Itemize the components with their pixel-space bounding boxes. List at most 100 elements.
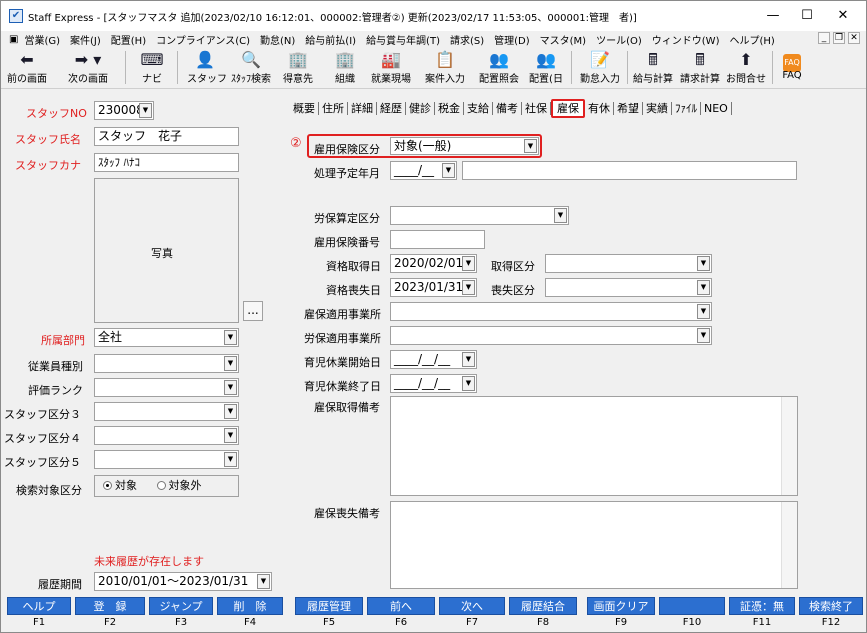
tab-social-insurance[interactable]: 社保 bbox=[522, 101, 551, 115]
navi-button[interactable]: ⌨ ナビ bbox=[137, 49, 167, 87]
chevron-down-icon[interactable]: ▼ bbox=[442, 163, 455, 178]
acq-date-select[interactable]: 2020/02/01 ▼ bbox=[390, 254, 477, 273]
menu-case[interactable]: 案件(J) bbox=[70, 32, 101, 47]
chevron-down-icon[interactable]: ▼ bbox=[224, 428, 237, 443]
leave-start-select[interactable]: ____/__/__ ▼ bbox=[390, 350, 477, 369]
chevron-down-icon[interactable]: ▼ bbox=[554, 208, 567, 223]
fkey-prev-button[interactable]: 前へ bbox=[367, 597, 435, 615]
tab-notes[interactable]: 備考 bbox=[493, 101, 522, 115]
photo-browse-button[interactable]: ... bbox=[243, 301, 263, 321]
tab-results[interactable]: 実績 bbox=[643, 101, 672, 115]
fkey-jump-button[interactable]: ジャンプ bbox=[149, 597, 213, 615]
placement-day-button[interactable]: 👥 配置(日 bbox=[528, 49, 564, 87]
class5-select[interactable]: ▼ bbox=[94, 450, 239, 469]
tab-address[interactable]: 住所 bbox=[319, 101, 348, 115]
chevron-down-icon[interactable]: ▼ bbox=[224, 404, 237, 419]
chevron-down-icon[interactable]: ▼ bbox=[697, 328, 710, 343]
menu-master[interactable]: マスタ(M) bbox=[540, 32, 586, 47]
staff-no-select[interactable]: 230008 ▼ bbox=[94, 101, 154, 120]
class3-select[interactable]: ▼ bbox=[94, 402, 239, 421]
chevron-down-icon[interactable]: ▼ bbox=[257, 574, 270, 589]
loss-class-select[interactable]: ▼ bbox=[545, 278, 712, 297]
mdi-child-icon[interactable]: ▣ bbox=[9, 34, 18, 45]
chevron-down-icon[interactable]: ▼ bbox=[462, 376, 475, 391]
scrollbar[interactable] bbox=[781, 397, 797, 495]
staff-search-button[interactable]: 🔍 ｽﾀｯﾌ検索 bbox=[229, 49, 273, 87]
tab-tax[interactable]: 税金 bbox=[435, 101, 464, 115]
case-input-button[interactable]: 📋 案件入力 bbox=[422, 49, 468, 87]
chevron-down-icon[interactable]: ▼ bbox=[524, 139, 537, 153]
proc-month-note-input[interactable] bbox=[462, 161, 797, 180]
close-button[interactable]: ✕ bbox=[820, 1, 866, 31]
tab-paid-leave[interactable]: 有休 bbox=[585, 101, 614, 115]
chevron-down-icon[interactable]: ▼ bbox=[462, 352, 475, 367]
fkey-next-button[interactable]: 次へ bbox=[439, 597, 505, 615]
menu-sales[interactable]: 営業(G) bbox=[24, 32, 60, 47]
org-button[interactable]: 🏢 組織 bbox=[331, 49, 359, 87]
menu-attendance[interactable]: 勤怠(N) bbox=[260, 32, 295, 47]
menu-window[interactable]: ウィンドウ(W) bbox=[652, 32, 720, 47]
billing-calc-button[interactable]: 🖩 請求計算 bbox=[678, 49, 722, 87]
tab-overview[interactable]: 概要 bbox=[290, 101, 319, 115]
prev-screen-button[interactable]: ⬅ 前の画面 bbox=[5, 49, 49, 87]
menu-salary[interactable]: 給与賞与年調(T) bbox=[366, 32, 440, 47]
inquiry-button[interactable]: ⬆ お問合せ bbox=[725, 49, 767, 87]
emp-ins-office-select[interactable]: ▼ bbox=[390, 302, 712, 321]
chevron-down-icon[interactable]: ▼ bbox=[462, 280, 475, 295]
salary-calc-button[interactable]: 🖩 給与計算 bbox=[631, 49, 675, 87]
radio-exclude[interactable]: 対象外 bbox=[156, 479, 202, 492]
chevron-down-icon[interactable]: ▼ bbox=[697, 280, 710, 295]
labor-calc-select[interactable]: ▼ bbox=[390, 206, 569, 225]
proc-month-select[interactable]: ____/__ ▼ bbox=[390, 161, 457, 180]
mdi-minimize-button[interactable]: _ bbox=[818, 32, 830, 44]
tab-files[interactable]: ﾌｧｲﾙ bbox=[672, 101, 701, 115]
chevron-down-icon[interactable]: ▼ bbox=[697, 304, 710, 319]
menu-tools[interactable]: ツール(O) bbox=[596, 32, 642, 47]
tab-details[interactable]: 詳細 bbox=[348, 101, 377, 115]
chevron-down-icon[interactable]: ▼ bbox=[697, 256, 710, 271]
client-button[interactable]: 🏢 得意先 bbox=[281, 49, 315, 87]
loss-note-textarea[interactable] bbox=[390, 501, 798, 589]
chevron-down-icon[interactable]: ▼ bbox=[224, 380, 237, 395]
acq-note-textarea[interactable] bbox=[390, 396, 798, 496]
tab-payment[interactable]: 支給 bbox=[464, 101, 493, 115]
fkey-f10-button[interactable] bbox=[659, 597, 725, 615]
menu-placement[interactable]: 配置(H) bbox=[111, 32, 146, 47]
mdi-close-button[interactable]: ✕ bbox=[848, 32, 860, 44]
fkey-register-button[interactable]: 登 録 bbox=[75, 597, 145, 615]
tab-health-check[interactable]: 健診 bbox=[406, 101, 435, 115]
fkey-search-end-button[interactable]: 検索終了 bbox=[799, 597, 863, 615]
staff-button[interactable]: 👤 スタッフ bbox=[187, 49, 227, 87]
next-screen-button[interactable]: ➡ ▾ 次の画面 bbox=[63, 49, 113, 87]
chevron-down-icon[interactable]: ▼ bbox=[224, 452, 237, 467]
leave-end-select[interactable]: ____/__/__ ▼ bbox=[390, 374, 477, 393]
fkey-merge-history-button[interactable]: 履歴結合 bbox=[509, 597, 577, 615]
chevron-down-icon[interactable]: ▼ bbox=[139, 103, 152, 118]
placement-inquiry-button[interactable]: 👥 配置照会 bbox=[475, 49, 523, 87]
chevron-down-icon[interactable]: ▼ bbox=[462, 256, 475, 271]
menu-admin[interactable]: 管理(D) bbox=[494, 32, 530, 47]
loss-date-select[interactable]: 2023/01/31 ▼ bbox=[390, 278, 477, 297]
menu-compliance[interactable]: コンプライアンス(C) bbox=[156, 32, 250, 47]
scrollbar[interactable] bbox=[781, 502, 797, 588]
rank-select[interactable]: ▼ bbox=[94, 378, 239, 397]
radio-target[interactable]: 対象 bbox=[103, 479, 137, 492]
menu-billing[interactable]: 請求(S) bbox=[450, 32, 484, 47]
fkey-history-button[interactable]: 履歴管理 bbox=[295, 597, 363, 615]
fkey-evidence-button[interactable]: 証憑：無 bbox=[729, 597, 795, 615]
menu-advance-pay[interactable]: 給与前払(I) bbox=[305, 32, 356, 47]
tab-career[interactable]: 経歴 bbox=[377, 101, 406, 115]
emp-type-select[interactable]: ▼ bbox=[94, 354, 239, 373]
staff-kana-input[interactable]: ｽﾀｯﾌ ﾊﾅｺ bbox=[94, 153, 239, 172]
worksite-button[interactable]: 🏭 就業現場 bbox=[369, 49, 413, 87]
dept-select[interactable]: 全社 ▼ bbox=[94, 328, 239, 347]
fkey-help-button[interactable]: ヘルプ bbox=[7, 597, 71, 615]
fkey-delete-button[interactable]: 削 除 bbox=[217, 597, 283, 615]
chevron-down-icon[interactable]: ▼ bbox=[224, 330, 237, 345]
staff-name-input[interactable]: スタッフ 花子 bbox=[94, 127, 239, 146]
class4-select[interactable]: ▼ bbox=[94, 426, 239, 445]
period-select[interactable]: 2010/01/01～2023/01/31 ▼ bbox=[94, 572, 272, 591]
tab-neo[interactable]: NEO bbox=[701, 101, 732, 115]
menu-help[interactable]: ヘルプ(H) bbox=[729, 32, 774, 47]
emp-ins-class-select[interactable]: 対象(一般) ▼ bbox=[390, 137, 539, 155]
